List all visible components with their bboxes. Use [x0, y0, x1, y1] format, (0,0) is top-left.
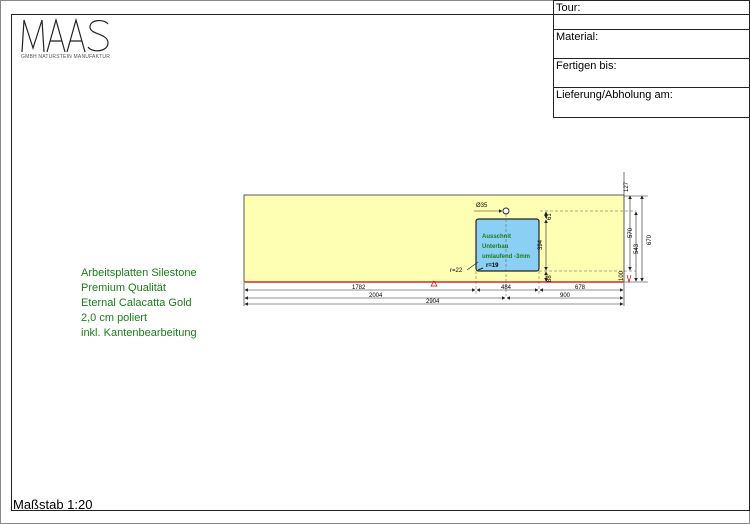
dim-900: 900 — [560, 293, 571, 299]
spec-line-4: 2,0 cm poliert — [81, 312, 148, 324]
dim-670: 670 — [647, 234, 653, 245]
technical-drawing: Ausschnit Unterbau umlaufend -3mm r=19 Ø… — [243, 172, 653, 306]
spec-line-2: Premium Qualität — [81, 282, 166, 294]
dim-2004: 2004 — [369, 293, 383, 299]
dim-127: 127 — [624, 181, 630, 192]
corner-radius-label: r=19 — [486, 263, 499, 269]
countertop — [243, 194, 625, 283]
cutout-label-1: Ausschnit — [482, 234, 511, 240]
dim-570: 570 — [628, 227, 634, 238]
dim-100: 100 — [619, 270, 625, 281]
faucet-hole — [502, 207, 510, 215]
dim-2904: 2904 — [426, 299, 440, 305]
spec-line-3: Eternal Calacatta Gold — [81, 297, 192, 309]
hole-label: Ø35 — [476, 203, 488, 209]
right-edge-marker — [626, 274, 632, 284]
scale-label: Maßstab 1:20 — [13, 497, 93, 512]
radius-label: r=22 — [450, 268, 463, 274]
spec-line-5: inkl. Kantenbearbeitung — [81, 327, 197, 339]
dim-61: 61 — [547, 213, 553, 220]
dim-1782: 1782 — [352, 285, 366, 291]
dim-88: 88 — [547, 275, 553, 282]
drawing-sheet: GMBH NATURSTEIN MANUFAKTUR Tour: Materia… — [0, 0, 750, 524]
dim-394: 394 — [538, 239, 544, 250]
dim-543: 543 — [634, 243, 640, 254]
cutout-label-2: Unterbau — [482, 244, 509, 250]
spec-line-1: Arbeitsplatten Silestone — [81, 267, 197, 279]
dim-678: 678 — [575, 285, 586, 291]
dim-484: 484 — [501, 285, 512, 291]
